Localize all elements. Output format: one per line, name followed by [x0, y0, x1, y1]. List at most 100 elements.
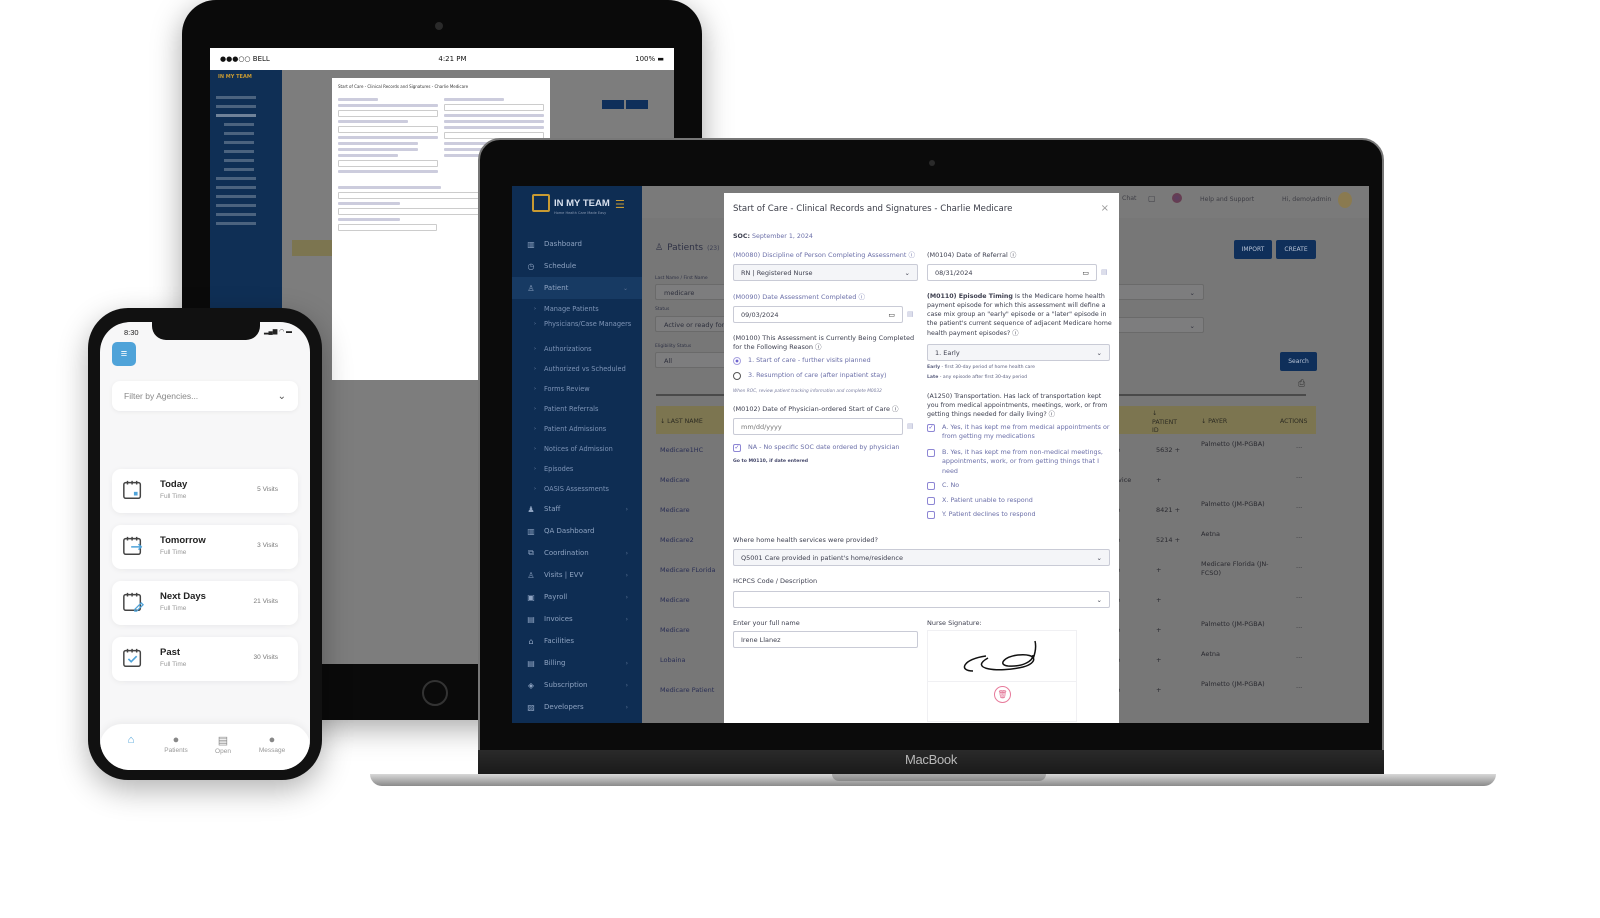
hamburger-menu-icon[interactable]: ☰	[615, 198, 625, 211]
actions-menu-icon[interactable]: ···	[1296, 594, 1302, 602]
subnav-patient-admissions[interactable]: › Patient Admissions	[534, 425, 634, 434]
us-flag-icon[interactable]	[1172, 193, 1182, 203]
clipboard-icon[interactable]: ▤	[1101, 268, 1108, 276]
a1250-option-y[interactable]: Y. Patient declines to respond	[942, 510, 1036, 519]
cell-last-name[interactable]: Medicare	[660, 626, 690, 634]
actions-menu-icon[interactable]: ···	[1296, 684, 1302, 692]
a1250-option-a[interactable]: A. Yes, it has kept me from medical appo…	[942, 423, 1112, 442]
a1250-checkbox-x[interactable]	[927, 497, 935, 505]
subnav-oasis-assessments[interactable]: › OASIS Assessments	[534, 485, 634, 494]
actions-menu-icon[interactable]: ···	[1296, 624, 1302, 632]
col-payer[interactable]: ↓ PAYER	[1201, 418, 1227, 425]
actions-menu-icon[interactable]: ···	[1296, 654, 1302, 662]
hcpcs-select[interactable]: ⌄	[733, 591, 1110, 608]
cell-last-name[interactable]: Medicare1HC	[660, 446, 703, 454]
sidebar-item-facilities[interactable]: ⌂ Facilities	[512, 630, 642, 652]
subnav-episodes[interactable]: › Episodes	[534, 465, 634, 474]
sidebar-item-payroll[interactable]: ▣ Payroll ›	[512, 586, 642, 608]
cell-last-name[interactable]: Medicare	[660, 596, 690, 604]
na-checkbox[interactable]: ✓	[733, 444, 741, 452]
cell-last-name[interactable]: Medicare2	[660, 536, 694, 544]
m0100-option-1[interactable]: 1. Start of care - further visits planne…	[748, 356, 871, 365]
actions-menu-icon[interactable]: ···	[1296, 564, 1302, 572]
cell-last-name[interactable]: Lobaina	[660, 656, 686, 664]
chat-icon[interactable]: ▢	[1148, 194, 1156, 203]
a1250-option-c[interactable]: C. No	[942, 481, 959, 490]
subnav-notices-of-admission[interactable]: › Notices of Admission	[534, 445, 634, 454]
visits-card-past[interactable]: Past Full Time 30 Visits	[112, 637, 298, 681]
chat-link[interactable]: Chat	[1122, 195, 1136, 202]
tab-message[interactable]: ● Message	[252, 734, 292, 754]
tab-home[interactable]: ⌂	[111, 734, 151, 747]
app-logo[interactable]: IN MY TEAM Home Health Care Made Easy	[532, 194, 610, 215]
visits-card-tomorrow[interactable]: Tomorrow Full Time 3 Visits	[112, 525, 298, 569]
cell-payer: Palmetto (JM-PGBA)	[1201, 440, 1265, 448]
where-select[interactable]: Q5001 Care provided in patient's home/re…	[733, 549, 1110, 566]
sidebar-item-developers[interactable]: ▨ Developers ›	[512, 696, 642, 718]
clipboard-icon[interactable]: ▤	[907, 422, 914, 430]
sidebar-item-coordination[interactable]: ⧉ Coordination ›	[512, 542, 642, 564]
cell-last-name[interactable]: Medicare	[660, 476, 690, 484]
visits-card-next-days[interactable]: Next Days Full Time 21 Visits	[112, 581, 298, 625]
menu-button[interactable]: ≡	[112, 342, 136, 366]
m0110-select[interactable]: 1. Early ⌄	[927, 344, 1110, 361]
subnav-authorizations[interactable]: › Authorizations	[534, 345, 634, 354]
signature-pad[interactable]	[927, 630, 1077, 682]
a1250-option-x[interactable]: X. Patient unable to respond	[942, 496, 1033, 505]
subnav-forms-review[interactable]: › Forms Review	[534, 385, 634, 394]
a1250-option-b[interactable]: B. Yes, it has kept me from non-medical …	[942, 448, 1112, 476]
tab-open[interactable]: ▤ Open	[203, 734, 243, 755]
help-support-link[interactable]: Help and Support	[1200, 196, 1254, 203]
a1250-checkbox-b[interactable]	[927, 449, 935, 457]
fullname-input[interactable]: Irene Llanez	[733, 631, 918, 648]
close-icon[interactable]: ×	[1101, 203, 1109, 214]
actions-menu-icon[interactable]: ···	[1296, 444, 1302, 452]
actions-menu-icon[interactable]: ···	[1296, 474, 1302, 482]
subnav-authorized-vs-scheduled[interactable]: › Authorized vs Scheduled	[534, 365, 634, 374]
avatar[interactable]	[1338, 192, 1352, 208]
m0100-radio-1[interactable]	[733, 357, 741, 365]
col-last-name[interactable]: ↓ LAST NAME	[660, 418, 703, 425]
m0102-date-input[interactable]: mm/dd/yyyy	[733, 418, 903, 435]
signature-drawing	[963, 640, 1037, 672]
create-button[interactable]: CREATE	[1276, 240, 1316, 259]
print-icon[interactable]: ⎙	[1298, 379, 1305, 389]
subnav-physicians[interactable]: › Physicians/Case Managers	[534, 320, 634, 329]
tab-patients[interactable]: ● Patients	[156, 734, 196, 754]
search-button[interactable]: Search	[1280, 352, 1317, 371]
sidebar-item-qa-dashboard[interactable]: ▥ QA Dashboard	[512, 520, 642, 542]
col-patient-id[interactable]: ↓ PATIENT ID	[1152, 410, 1180, 436]
actions-menu-icon[interactable]: ···	[1296, 504, 1302, 512]
m0090-date-input[interactable]: 09/03/2024 ▭	[733, 306, 903, 323]
trash-icon[interactable]: 🗑	[994, 686, 1011, 703]
tablet-home-button[interactable]	[422, 680, 448, 706]
a1250-checkbox-y[interactable]	[927, 511, 935, 519]
a1250-checkbox-c[interactable]	[927, 482, 935, 490]
m0100-option-3[interactable]: 3. Resumption of care (after inpatient s…	[748, 371, 887, 380]
sidebar-item-subscription[interactable]: ◈ Subscription ›	[512, 674, 642, 696]
subnav-manage-patients[interactable]: › Manage Patients	[534, 305, 634, 314]
m0080-select[interactable]: RN | Registered Nurse ⌄	[733, 264, 918, 281]
sidebar-item-patient[interactable]: ♙ Patient ⌄	[512, 277, 642, 299]
m0100-radio-3[interactable]	[733, 372, 741, 380]
calendar-check-icon	[123, 648, 142, 667]
a1250-checkbox-a[interactable]: ✓	[927, 424, 935, 432]
na-label[interactable]: NA - No specific SOC date ordered by phy…	[748, 443, 899, 452]
user-greeting[interactable]: Hi, demo\admin	[1282, 196, 1331, 203]
m0104-date-input[interactable]: 08/31/2024 ▭	[927, 264, 1097, 281]
clipboard-icon[interactable]: ▤	[907, 310, 914, 318]
sidebar-item-staff[interactable]: ♟ Staff ›	[512, 498, 642, 520]
agency-filter-select[interactable]: Filter by Agencies... ⌄	[112, 381, 298, 411]
sidebar-item-billing[interactable]: ▤ Billing ›	[512, 652, 642, 674]
subnav-patient-referrals[interactable]: › Patient Referrals	[534, 405, 634, 414]
visits-card-today[interactable]: Today Full Time 5 Visits	[112, 469, 298, 513]
sidebar-item-schedule[interactable]: ◷ Schedule	[512, 255, 642, 277]
sidebar-item-dashboard[interactable]: ▥ Dashboard	[512, 233, 642, 255]
cell-last-name[interactable]: Medicare	[660, 506, 690, 514]
import-button[interactable]: IMPORT	[1234, 240, 1272, 259]
cell-last-name[interactable]: Medicare FLorida	[660, 566, 716, 574]
actions-menu-icon[interactable]: ···	[1296, 534, 1302, 542]
sidebar-item-invoices[interactable]: ▤ Invoices ›	[512, 608, 642, 630]
cell-last-name[interactable]: Medicare Patient	[660, 686, 714, 694]
sidebar-item-visits-evv[interactable]: ♙ Visits | EVV ›	[512, 564, 642, 586]
